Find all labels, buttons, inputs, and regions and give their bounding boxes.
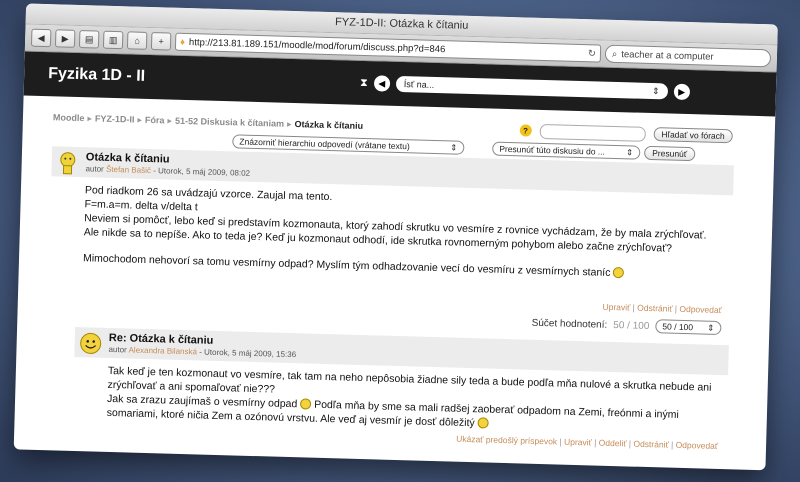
avatar <box>60 152 76 175</box>
edit-link[interactable]: Upraviť <box>602 302 630 313</box>
post-date: - Utorok, 5 máj 2009, 15:36 <box>199 347 297 360</box>
back-button[interactable]: ◀ <box>30 28 52 48</box>
display-mode-value: Znázorniť hierarchiu odpovedí (vrátane t… <box>239 136 410 152</box>
site-title[interactable]: Fyzika 1D - II <box>48 65 360 92</box>
delete-link[interactable]: Odstrániť <box>633 439 669 450</box>
browser-window: FYZ-1D-II: Otázka k čítaniu ◀ ▶ ▤ ▥ ⌂ + … <box>13 3 778 471</box>
sidebar-toggle-button[interactable]: ▤ <box>78 29 100 49</box>
smiley-icon <box>300 398 312 410</box>
edit-link[interactable]: Upraviť <box>564 437 592 448</box>
forward-button[interactable]: ▶ <box>54 29 76 48</box>
split-link[interactable]: Oddeliť <box>599 438 627 449</box>
new-tab-button[interactable]: + <box>150 32 172 51</box>
jump-to-select[interactable]: Ísť na... ⇕ <box>395 75 668 100</box>
previous-activity-button[interactable]: ◀ <box>373 75 391 92</box>
post-meta-prefix: autor <box>85 164 104 174</box>
help-icon[interactable]: ? <box>519 124 532 137</box>
breadcrumb-current: Otázka k čítaniu <box>294 119 364 131</box>
reply-link[interactable]: Odpovedať <box>679 304 722 315</box>
forum-search-button[interactable]: Hľadať vo fórach <box>653 127 733 144</box>
chevron-updown-icon: ⇕ <box>450 141 458 153</box>
post-date: - Utorok, 5 máj 2009, 08:02 <box>153 166 251 178</box>
rating-value: 50 / 100 <box>613 319 650 332</box>
chevron-updown-icon: ⇕ <box>652 85 660 96</box>
post-author[interactable]: Alexandra Bilanská <box>128 345 197 356</box>
jump-to-value: Ísť na... <box>403 79 435 90</box>
show-parent-link[interactable]: Ukázať predošlý príspevok <box>456 434 557 447</box>
breadcrumb-moodle[interactable]: Moodle <box>53 112 85 123</box>
breadcrumb-forum[interactable]: 51-52 Diskusia k čítaniam <box>175 116 284 129</box>
breadcrumb-separator: ▸ <box>167 114 173 126</box>
forum-post-reply: Re: Otázka k čítaniu autor Alexandra Bil… <box>72 326 729 452</box>
forum-search-input[interactable] <box>539 123 646 142</box>
breadcrumb-separator: ▸ <box>286 118 292 129</box>
jump-navigation: ⧗ ◀ Ísť na... ⇕ ▶ <box>359 75 690 101</box>
rating-select-value: 50 / 100 <box>662 321 694 333</box>
browser-search-field[interactable]: ⌕ teacher at a computer <box>604 44 772 68</box>
post-meta-prefix: autor <box>108 344 127 355</box>
move-discussion-button[interactable]: Presunúť <box>644 145 696 162</box>
next-activity-button[interactable]: ▶ <box>673 83 690 101</box>
site-favicon-icon: ♦ <box>179 36 186 48</box>
rating-select[interactable]: 50 / 100 ⇕ <box>655 319 722 336</box>
breadcrumb-separator: ▸ <box>137 114 143 125</box>
post-author[interactable]: Štefan Bašič <box>106 165 151 175</box>
search-icon: ⌕ <box>611 48 618 60</box>
move-discussion: Presunúť túto diskusiu do ... ⇕ Presunúť <box>492 141 696 162</box>
delete-link[interactable]: Odstrániť <box>637 303 673 314</box>
bookmarks-button[interactable]: ▥ <box>102 30 124 50</box>
browser-search-text: teacher at a computer <box>621 48 714 63</box>
chevron-updown-icon: ⇕ <box>707 322 715 333</box>
reply-link[interactable]: Odpovedať <box>676 440 719 451</box>
smiley-icon <box>477 417 489 429</box>
breadcrumb-separator: ▸ <box>87 112 93 123</box>
reload-icon[interactable]: ↻ <box>588 48 596 59</box>
move-discussion-select[interactable]: Presunúť túto diskusiu do ... ⇕ <box>492 141 641 160</box>
hourglass-icon: ⧗ <box>359 76 368 89</box>
forum-post: Otázka k čítaniu autor Štefan Bašič - Ut… <box>47 146 734 336</box>
home-button[interactable]: ⌂ <box>126 31 148 50</box>
breadcrumb-forums[interactable]: Fóra <box>145 115 165 126</box>
smiley-icon <box>613 267 625 279</box>
avatar <box>80 332 102 354</box>
address-url: http://213.81.189.151/moodle/mod/forum/d… <box>188 36 446 55</box>
chevron-updown-icon: ⇕ <box>625 146 634 158</box>
rating-label: Súčet hodnotení: <box>531 317 608 331</box>
breadcrumb-course[interactable]: FYZ-1D-II <box>95 113 135 124</box>
move-discussion-value: Presunúť túto diskusiu do ... <box>499 143 606 157</box>
